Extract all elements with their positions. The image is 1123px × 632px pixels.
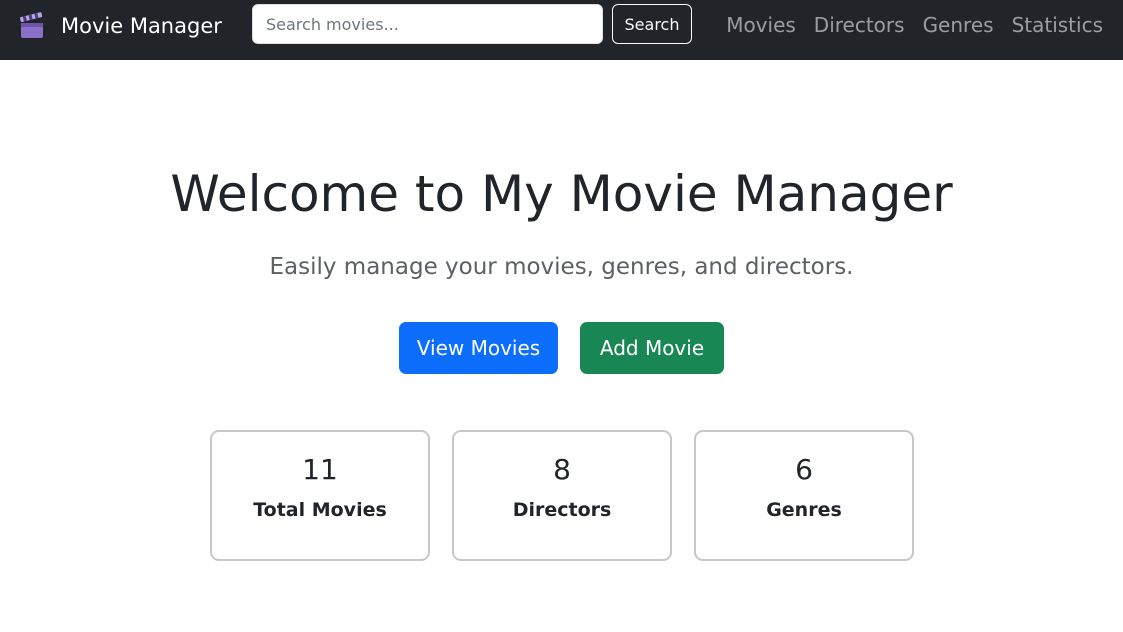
stat-value: 11 (302, 453, 338, 486)
page-title: Welcome to My Movie Manager (170, 165, 953, 223)
nav-link-movies[interactable]: Movies (726, 13, 796, 37)
nav-links: Movies Directors Genres Statistics (726, 10, 1103, 40)
stat-label: Total Movies (253, 499, 387, 521)
stat-label: Directors (512, 499, 612, 521)
stat-label: Genres (766, 499, 842, 521)
page-subtitle: Easily manage your movies, genres, and d… (269, 254, 854, 280)
brand-link[interactable]: Movie Manager (18, 10, 222, 42)
stat-value: 6 (795, 453, 813, 486)
view-movies-button[interactable]: View Movies (399, 322, 558, 374)
search-input[interactable] (252, 4, 603, 44)
nav-link-statistics[interactable]: Statistics (1012, 13, 1103, 37)
nav-link-directors[interactable]: Directors (814, 13, 905, 37)
search-button[interactable]: Search (612, 4, 692, 44)
navbar: Movie Manager Search Movies Directors Ge… (0, 0, 1123, 60)
stat-card-directors: 8 Directors (452, 430, 672, 561)
nav-link-genres[interactable]: Genres (923, 13, 994, 37)
stat-value: 8 (553, 453, 571, 486)
add-movie-button[interactable]: Add Movie (580, 322, 724, 374)
clapperboard-icon (18, 12, 46, 40)
brand-name: Movie Manager (61, 14, 222, 38)
stat-card-genres: 6 Genres (694, 430, 914, 561)
stat-card-total-movies: 11 Total Movies (210, 430, 430, 561)
